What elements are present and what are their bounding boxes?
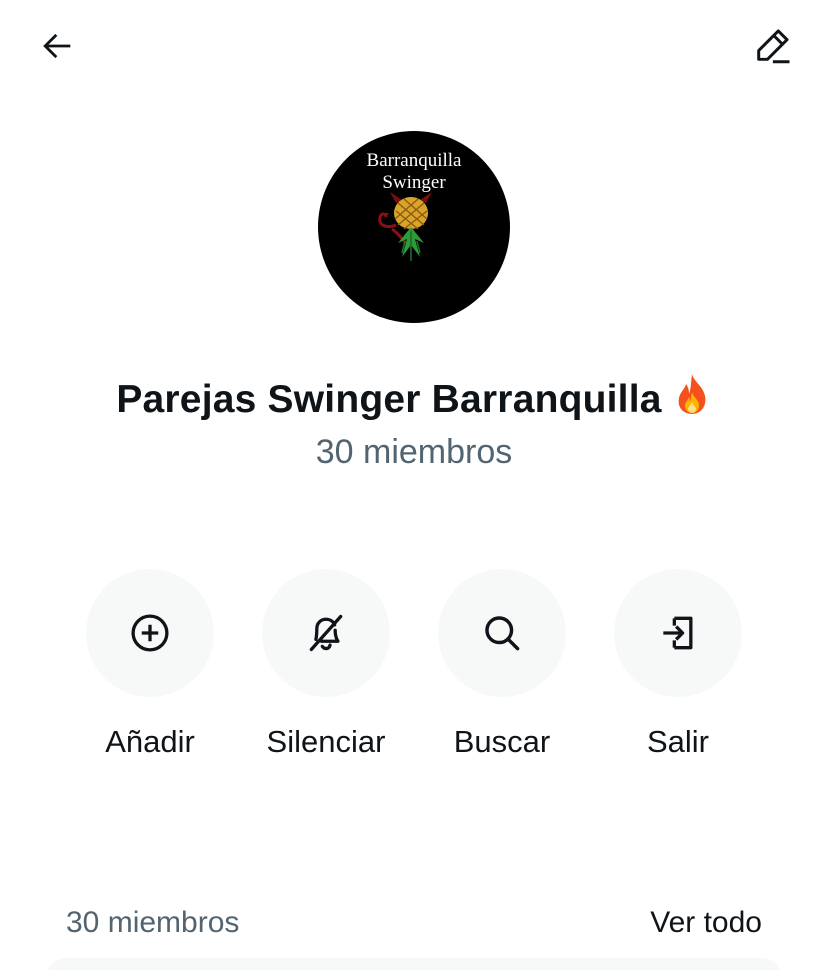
back-button[interactable] bbox=[29, 18, 85, 74]
action-mute: Silenciar bbox=[238, 569, 414, 762]
edit-pencil-icon bbox=[757, 29, 790, 64]
avatar-text-line1: Barranquilla bbox=[366, 150, 462, 171]
member-list-card bbox=[46, 958, 782, 970]
devil-pineapple-logo-icon bbox=[378, 192, 432, 261]
add-label: Añadir bbox=[105, 724, 195, 759]
add-button[interactable] bbox=[86, 569, 214, 697]
group-member-count: 30 miembros bbox=[315, 433, 513, 471]
action-search: Buscar bbox=[414, 569, 590, 762]
search-button[interactable] bbox=[438, 569, 566, 697]
top-bar bbox=[0, 0, 828, 100]
members-section-header: 30 miembros Ver todo bbox=[66, 902, 762, 944]
mute-label: Silenciar bbox=[266, 724, 386, 759]
search-label: Buscar bbox=[453, 724, 551, 759]
exit-icon bbox=[663, 616, 693, 650]
bell-off-icon bbox=[309, 614, 343, 652]
group-name: Parejas Swinger Barranquilla bbox=[0, 372, 828, 429]
leave-button[interactable] bbox=[614, 569, 742, 697]
see-all-link[interactable]: Ver todo bbox=[650, 902, 762, 944]
mute-button[interactable] bbox=[262, 569, 390, 697]
plus-circle-icon bbox=[131, 614, 169, 652]
members-count: 30 miembros bbox=[66, 906, 240, 939]
fire-icon bbox=[672, 372, 712, 429]
arrow-left-icon bbox=[43, 33, 71, 59]
search-icon bbox=[485, 616, 520, 651]
group-name-text: Parejas Swinger Barranquilla bbox=[116, 378, 662, 421]
group-avatar[interactable]: Barranquilla Swinger bbox=[318, 131, 510, 323]
action-leave: Salir bbox=[590, 569, 766, 762]
action-add: Añadir bbox=[62, 569, 238, 762]
edit-button[interactable] bbox=[744, 18, 800, 74]
leave-label: Salir bbox=[646, 724, 709, 759]
